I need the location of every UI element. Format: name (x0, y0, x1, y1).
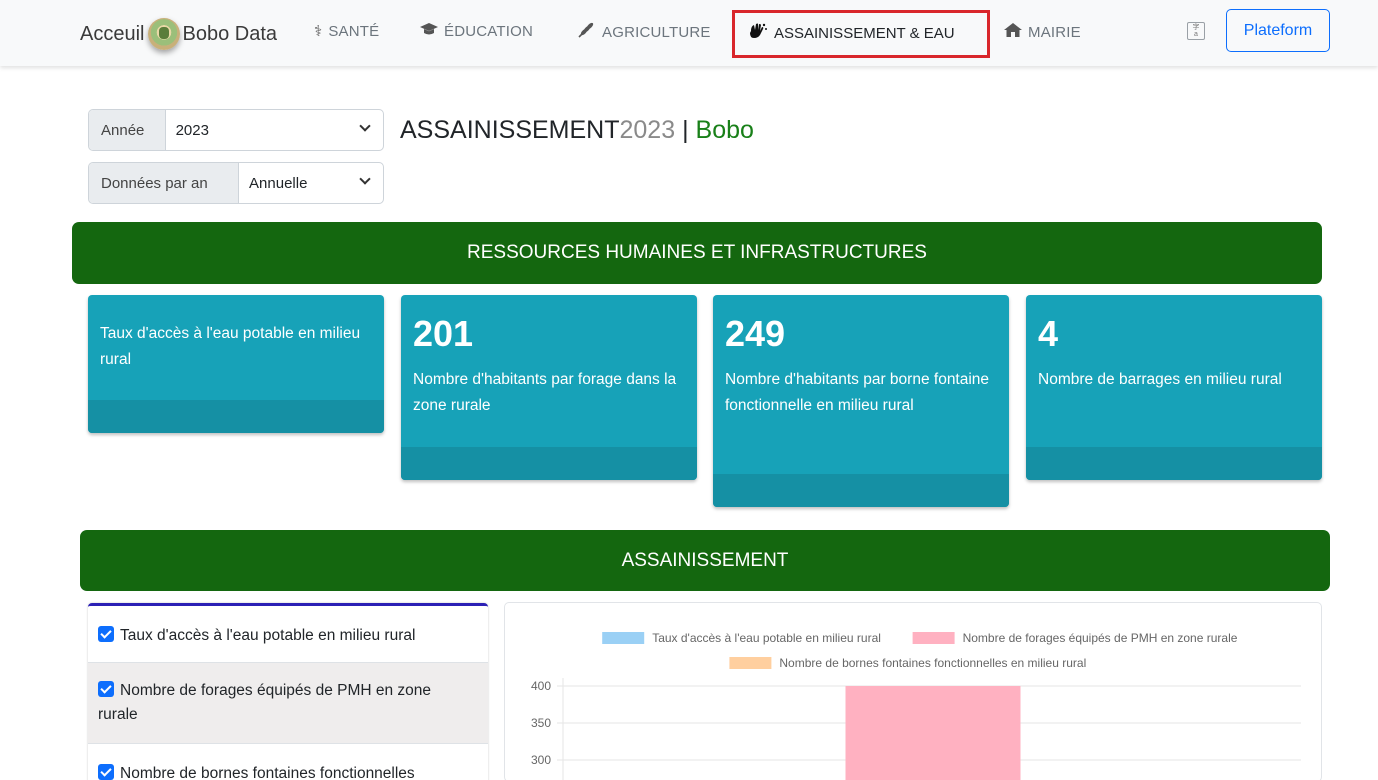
card-label: Nombre d'habitants par borne fontaine fo… (725, 371, 990, 414)
nav-label: AGRICULTURE (602, 23, 711, 41)
title-year: 2023 (619, 116, 676, 144)
card-value: 201 (413, 313, 474, 354)
section-header-rh: RESSOURCES HUMAINES ET INFRASTRUCTURES (72, 222, 1322, 284)
nav-label: MAIRIE (1028, 23, 1081, 41)
checkbox-checked-icon[interactable] (98, 681, 114, 697)
nav-item-education[interactable]: ÉDUCATION (420, 22, 533, 40)
card-footer (88, 400, 384, 433)
period-value: Annuelle (249, 174, 308, 192)
y-tick-label: 300 (531, 753, 551, 767)
card-footer (401, 447, 697, 480)
title-main: ASSAINISSEMENT (400, 116, 620, 144)
home-icon (1004, 22, 1022, 42)
period-filter: Données par an Annuelle (88, 162, 384, 204)
brand-logo-icon (148, 18, 181, 50)
card-value: 249 (725, 313, 786, 354)
hands-wash-icon (748, 22, 768, 45)
legend-swatch (729, 657, 772, 669)
indicator-checklist: Taux d'accès à l'eau potable en milieu r… (88, 603, 488, 780)
bar (845, 686, 1021, 780)
nav-item-assainissement[interactable]: ASSAINISSEMENT & EAU (748, 22, 955, 45)
stat-card: 201 Nombre d'habitants par forage dans l… (401, 295, 697, 480)
caduceus-icon: ⚕ (314, 23, 323, 40)
brand[interactable]: Acceuil Bobo Data (80, 18, 277, 50)
checkbox-checked-icon[interactable] (98, 626, 114, 642)
graduation-cap-icon (420, 22, 438, 40)
chart-panel: Taux d'accès à l'eau potable en milieu r… (504, 602, 1322, 780)
nav-item-sante[interactable]: ⚕ SANTÉ (314, 22, 380, 41)
card-label: Nombre de barrages en milieu rural (1038, 371, 1282, 388)
translate-icon[interactable]: 字a (1187, 22, 1205, 40)
page-title: ASSAINISSEMENT2023 | Bobo (400, 116, 754, 145)
checklist-label: Nombre de forages équipés de PMH en zone… (98, 682, 432, 723)
chevron-down-icon (359, 173, 371, 185)
card-label: Taux d'accès à l'eau potable en milieu r… (100, 325, 361, 368)
stat-card: 249 Nombre d'habitants par borne fontain… (713, 295, 1009, 507)
year-select[interactable]: 2023 (166, 110, 383, 150)
card-footer (1026, 447, 1322, 480)
section-header-assainissement: ASSAINISSEMENT (80, 530, 1330, 591)
navbar: Acceuil Bobo Data ⚕ SANTÉ ÉDUCATION AGRI… (0, 0, 1378, 66)
chevron-down-icon (359, 120, 371, 132)
period-select[interactable]: Annuelle (239, 163, 383, 203)
home-link[interactable]: Acceuil (80, 23, 144, 46)
title-separator: | (675, 116, 696, 144)
card-value: 4 (1038, 313, 1059, 354)
list-item[interactable]: Nombre de bornes fontaines fonctionnelle… (88, 744, 488, 780)
legend-label: Taux d'accès à l'eau potable en milieu r… (652, 631, 881, 645)
card-label: Nombre d'habitants par forage dans la zo… (413, 371, 677, 414)
title-city: Bobo (695, 116, 754, 144)
checklist-label: Taux d'accès à l'eau potable en milieu r… (120, 627, 416, 644)
stat-card: Taux d'accès à l'eau potable en milieu r… (88, 295, 384, 433)
nav-label: ASSAINISSEMENT & EAU (774, 25, 955, 42)
nav-label: SANTÉ (328, 22, 380, 40)
y-tick-label: 400 (531, 679, 551, 693)
year-label: Année (89, 110, 166, 150)
nav-label: ÉDUCATION (444, 22, 534, 40)
checkbox-checked-icon[interactable] (98, 764, 114, 780)
wheat-icon (578, 22, 596, 42)
brand-name: Bobo Data (182, 22, 277, 45)
nav-item-mairie[interactable]: MAIRIE (1004, 22, 1081, 42)
stat-card: 4 Nombre de barrages en milieu rural (1026, 295, 1322, 480)
bar-chart: Taux d'accès à l'eau potable en milieu r… (531, 631, 1301, 780)
period-label: Données par an (89, 163, 240, 203)
nav-item-agriculture[interactable]: AGRICULTURE (578, 22, 711, 42)
list-item[interactable]: Taux d'accès à l'eau potable en milieu r… (88, 606, 488, 663)
legend-label: Nombre de forages équipés de PMH en zone… (963, 631, 1238, 645)
year-value: 2023 (175, 121, 209, 139)
list-item[interactable]: Nombre de forages équipés de PMH en zone… (88, 663, 488, 744)
year-filter: Année 2023 (88, 109, 384, 151)
checklist-label: Nombre de bornes fontaines fonctionnelle… (120, 765, 415, 780)
plateform-button[interactable]: Plateform (1226, 9, 1330, 52)
card-footer (713, 474, 1009, 507)
legend-swatch (602, 632, 645, 644)
legend-label: Nombre de bornes fontaines fonctionnelle… (779, 656, 1086, 670)
legend-swatch (912, 632, 955, 644)
y-tick-label: 350 (531, 716, 551, 730)
